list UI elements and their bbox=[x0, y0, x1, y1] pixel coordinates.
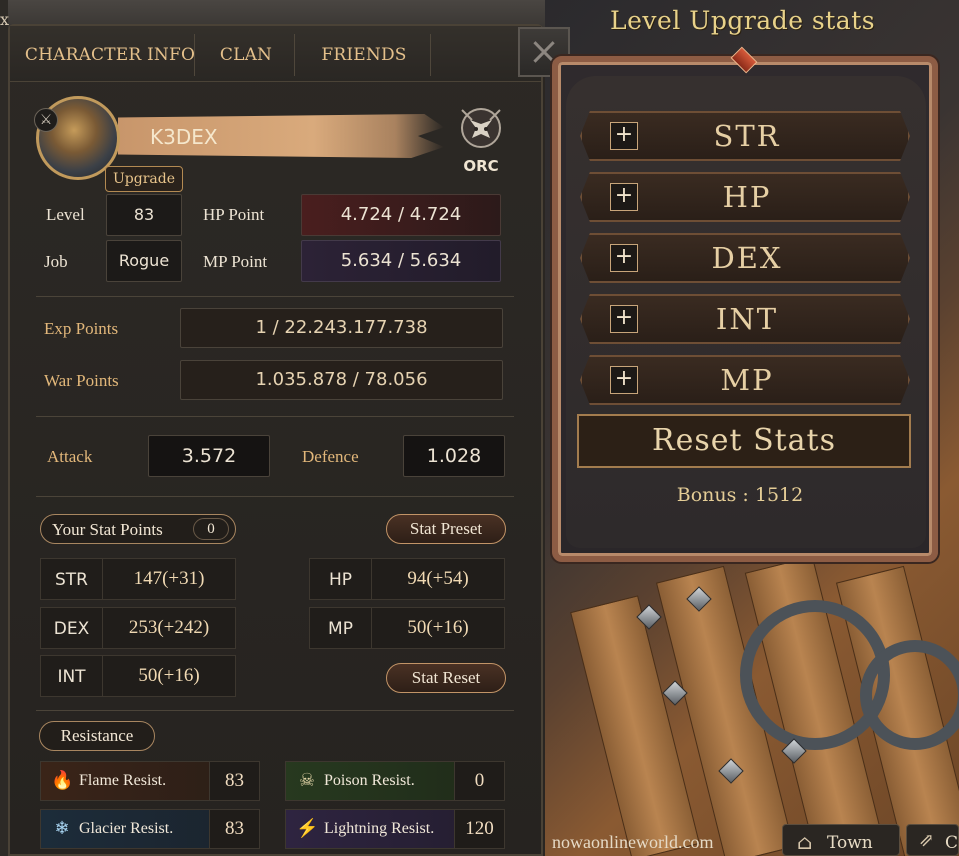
external-link-button[interactable]: ⇗ C bbox=[906, 824, 959, 856]
upgrade-row-int: + INT bbox=[580, 294, 910, 344]
attack-value: 3.572 bbox=[148, 435, 270, 477]
stat-value: 94(+54) bbox=[407, 568, 469, 589]
poison-resist-value: 0 bbox=[454, 762, 504, 800]
flame-resist-row: 🔥 Flame Resist. 83 bbox=[40, 761, 260, 801]
upgrade-row-label: DEX bbox=[711, 241, 783, 275]
town-button[interactable]: ⌂ Town bbox=[782, 824, 900, 856]
flame-resist-label: Flame Resist. bbox=[79, 772, 167, 789]
glacier-resist-row: ❄ Glacier Resist. 83 bbox=[40, 809, 260, 849]
defence-label: Defence bbox=[302, 447, 359, 466]
stat-points-value: 0 bbox=[193, 518, 229, 540]
house-icon: ⌂ bbox=[797, 830, 813, 854]
defence-value: 1.028 bbox=[403, 435, 505, 477]
stat-name: INT bbox=[41, 656, 103, 696]
job-value: Rogue bbox=[106, 240, 182, 282]
stat-row-hp: HP 94(+54) bbox=[309, 558, 505, 600]
character-name: K3DEX bbox=[150, 125, 218, 149]
poison-resist-row: ☠ Poison Resist. 0 bbox=[285, 761, 505, 801]
reset-stats-button[interactable]: Reset Stats bbox=[577, 414, 911, 468]
left-edge bbox=[0, 0, 8, 856]
exp-points-label: Exp Points bbox=[44, 319, 119, 338]
war-points-label: War Points bbox=[44, 371, 119, 390]
level-value: 83 bbox=[106, 194, 182, 236]
tab-friends[interactable]: FRIENDS bbox=[300, 26, 428, 82]
race-label: ORC bbox=[463, 157, 499, 175]
upgrade-button[interactable]: Upgrade bbox=[105, 166, 183, 192]
exp-points-value: 1 / 22.243.177.738 bbox=[180, 308, 503, 348]
hp-point-label: HP Point bbox=[203, 205, 265, 224]
external-link-icon: ⇗ bbox=[919, 830, 935, 851]
stat-points-label: Your Stat Points bbox=[52, 520, 163, 539]
bonus-label: Bonus : 1512 bbox=[676, 484, 804, 506]
upgrade-row-label: MP bbox=[720, 363, 774, 397]
attack-label: Attack bbox=[47, 447, 93, 466]
poison-resist-label: Poison Resist. bbox=[324, 772, 415, 789]
stat-row-dex: DEX 253(+242) bbox=[40, 607, 236, 649]
upgrade-row-label: STR bbox=[713, 119, 781, 153]
stat-reset-button[interactable]: Stat Reset bbox=[386, 663, 506, 693]
hp-point-value: 4.724 / 4.724 bbox=[301, 194, 501, 236]
stat-name: MP bbox=[310, 608, 372, 648]
orc-emblem-icon bbox=[461, 108, 501, 148]
tab-divider bbox=[194, 34, 195, 76]
tab-bar: CHARACTER INFO CLAN FRIENDS bbox=[10, 26, 541, 82]
stat-value: 50(+16) bbox=[407, 617, 469, 638]
divider bbox=[36, 416, 514, 417]
tab-divider bbox=[294, 34, 295, 76]
upgrade-row-str: + STR bbox=[580, 111, 910, 161]
stat-row-str: STR 147(+31) bbox=[40, 558, 236, 600]
divider bbox=[36, 296, 514, 297]
stat-name: HP bbox=[310, 559, 372, 599]
stat-row-mp: MP 50(+16) bbox=[309, 607, 505, 649]
stat-value: 253(+242) bbox=[128, 617, 210, 638]
lightning-resist-row: ⚡ Lightning Resist. 120 bbox=[285, 809, 505, 849]
resistance-label: Resistance bbox=[39, 721, 155, 751]
job-label: Job bbox=[44, 252, 68, 271]
level-label: Level bbox=[46, 205, 85, 224]
stat-name: DEX bbox=[41, 608, 103, 648]
glacier-resist-value: 83 bbox=[209, 810, 259, 848]
stat-value: 50(+16) bbox=[138, 665, 200, 686]
upgrade-row-label: INT bbox=[715, 302, 779, 336]
stat-preset-button[interactable]: Stat Preset bbox=[386, 514, 506, 544]
tab-divider bbox=[430, 34, 431, 76]
upgrade-panel-title: Level Upgrade stats bbox=[610, 6, 876, 35]
stat-row-int: INT 50(+16) bbox=[40, 655, 236, 697]
flame-resist-value: 83 bbox=[209, 762, 259, 800]
lightning-resist-value: 120 bbox=[454, 810, 504, 848]
external-link-label: C bbox=[945, 833, 959, 853]
corner-label: x bbox=[0, 10, 10, 29]
divider bbox=[36, 496, 514, 497]
tab-character-info[interactable]: CHARACTER INFO bbox=[20, 26, 200, 82]
iron-scroll bbox=[860, 640, 959, 750]
upgrade-row-hp: + HP bbox=[580, 172, 910, 222]
lightning-resist-label: Lightning Resist. bbox=[324, 820, 435, 837]
glacier-resist-label: Glacier Resist. bbox=[79, 820, 174, 837]
tab-clan[interactable]: CLAN bbox=[196, 26, 296, 82]
stat-points-pill: Your Stat Points 0 bbox=[40, 514, 236, 544]
upgrade-row-label: HP bbox=[722, 180, 772, 214]
stat-value: 147(+31) bbox=[133, 568, 205, 589]
war-points-value: 1.035.878 / 78.056 bbox=[180, 360, 503, 400]
mp-point-label: MP Point bbox=[203, 252, 268, 271]
upgrade-row-mp: + MP bbox=[580, 355, 910, 405]
mp-point-value: 5.634 / 5.634 bbox=[301, 240, 501, 282]
stat-name: STR bbox=[41, 559, 103, 599]
upgrade-row-dex: + DEX bbox=[580, 233, 910, 283]
town-label: Town bbox=[827, 833, 873, 853]
website-url: nowaonlineworld.com bbox=[552, 832, 714, 852]
crossed-swords-icon[interactable]: ⚔ bbox=[34, 108, 58, 132]
divider bbox=[36, 710, 514, 711]
